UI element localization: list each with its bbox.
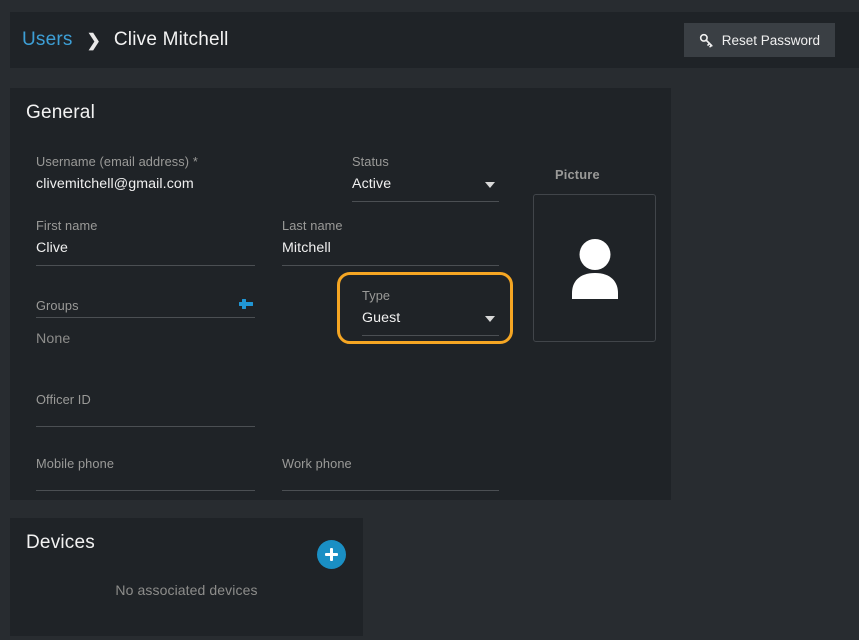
groups-label: Groups <box>36 298 79 313</box>
username-value: clivemitchell@gmail.com <box>36 176 194 192</box>
type-dropdown-row[interactable]: Guest <box>362 309 499 328</box>
devices-card: Devices No associated devices <box>10 518 363 636</box>
type-label: Type <box>362 288 391 303</box>
mobile-phone-underline <box>36 490 255 491</box>
chevron-right-icon: ❯ <box>86 30 101 50</box>
type-value: Guest <box>362 310 401 326</box>
picture-upload-box[interactable] <box>533 194 656 342</box>
page-header: Users ❯ Clive Mitchell Reset Password <box>10 12 859 68</box>
status-underline <box>352 201 499 202</box>
type-underline <box>362 335 499 336</box>
mobile-phone-label: Mobile phone <box>36 456 115 471</box>
first-name-value: Clive <box>36 240 69 256</box>
status-label: Status <box>352 154 389 169</box>
status-dropdown[interactable]: Status Active <box>352 154 499 202</box>
chevron-down-icon <box>485 315 495 322</box>
first-name-field[interactable]: First name Clive <box>36 218 255 266</box>
breadcrumb-users-link[interactable]: Users <box>22 29 73 51</box>
username-label: Username (email address) * <box>36 154 198 169</box>
username-field[interactable]: Username (email address) * clivemitchell… <box>36 154 256 194</box>
first-name-label: First name <box>36 218 98 233</box>
last-name-value: Mitchell <box>282 240 331 256</box>
card-gap-strip <box>10 500 671 518</box>
status-value: Active <box>352 176 392 192</box>
status-dropdown-row[interactable]: Active <box>352 175 499 194</box>
reset-password-button[interactable]: Reset Password <box>683 23 835 57</box>
devices-empty-message: No associated devices <box>115 582 258 598</box>
chevron-down-icon <box>485 181 495 188</box>
general-card-title: General <box>26 102 95 123</box>
groups-underline <box>36 317 255 318</box>
devices-card-title: Devices <box>26 532 95 553</box>
last-name-field[interactable]: Last name Mitchell <box>282 218 499 266</box>
mobile-phone-field[interactable]: Mobile phone <box>36 456 255 491</box>
breadcrumb: Users ❯ Clive Mitchell <box>10 29 229 51</box>
work-phone-label: Work phone <box>282 456 352 471</box>
work-phone-field[interactable]: Work phone <box>282 456 499 491</box>
first-name-underline <box>36 265 255 266</box>
add-device-button[interactable] <box>317 540 346 569</box>
mobile-phone-value <box>36 477 255 496</box>
work-phone-underline <box>282 490 499 491</box>
groups-field[interactable]: Groups None <box>36 298 255 349</box>
type-dropdown[interactable]: Type Guest <box>362 288 499 336</box>
last-name-label: Last name <box>282 218 343 233</box>
reset-password-label: Reset Password <box>721 32 820 48</box>
user-detail-page: Users ❯ Clive Mitchell Reset Password Ge… <box>0 0 859 640</box>
key-icon <box>699 33 713 47</box>
person-avatar-icon <box>571 239 618 299</box>
page-title: Clive Mitchell <box>113 29 229 50</box>
officer-id-value <box>36 413 255 432</box>
officer-id-field[interactable]: Officer ID <box>36 392 255 427</box>
picture-label: Picture <box>555 167 600 182</box>
work-phone-value <box>282 477 499 496</box>
add-group-plus-icon[interactable] <box>237 295 255 313</box>
last-name-underline <box>282 265 499 266</box>
groups-value: None <box>36 331 71 347</box>
officer-id-underline <box>36 426 255 427</box>
officer-id-label: Officer ID <box>36 392 91 407</box>
